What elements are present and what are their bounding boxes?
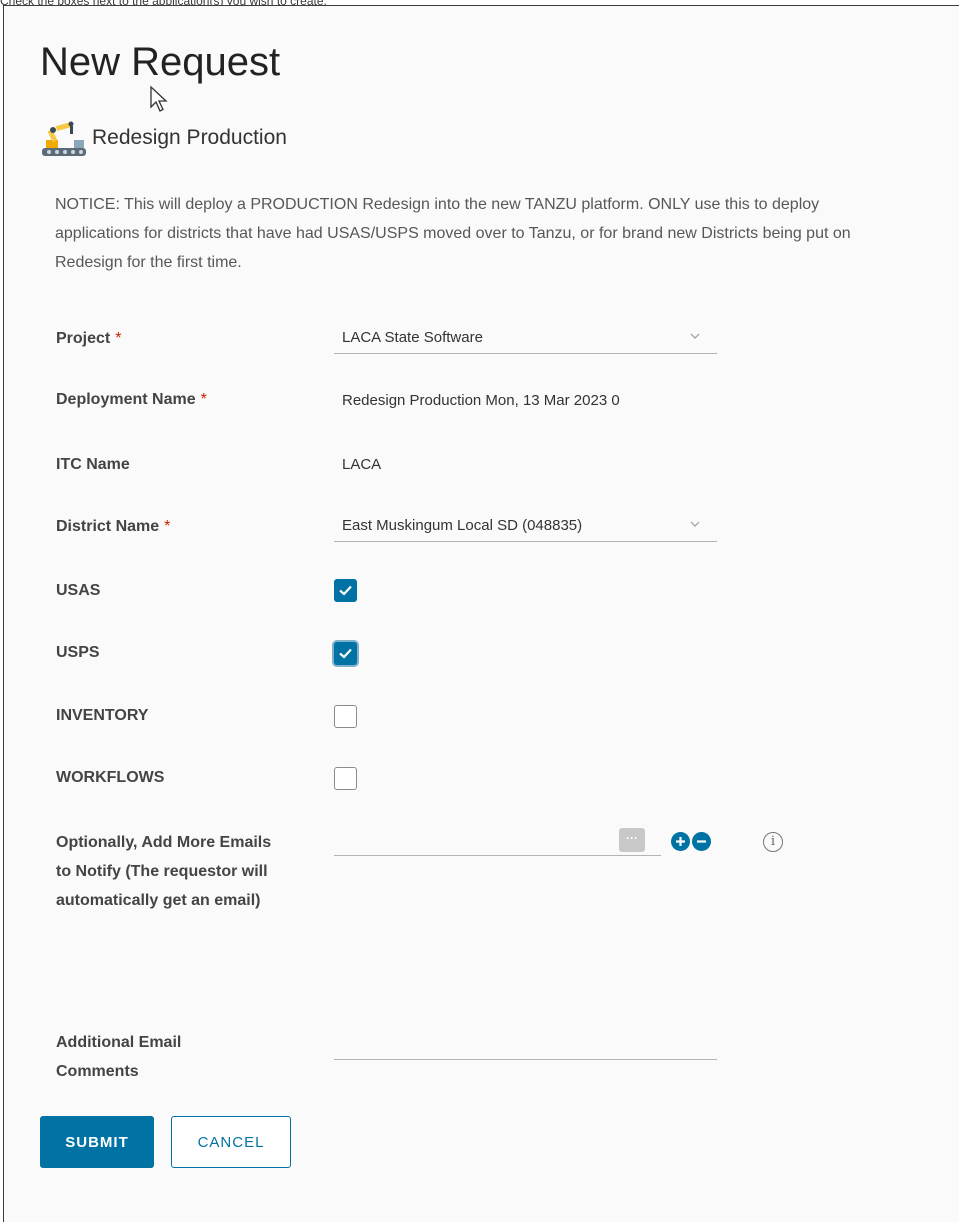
district-name-value: East Muskingum Local SD (048835) — [342, 517, 583, 534]
email-row-controls — [671, 832, 711, 851]
robot-arm-icon — [42, 121, 86, 156]
project-value: LACA State Software — [342, 329, 483, 346]
chevron-down-icon — [690, 521, 700, 527]
usps-checkbox[interactable] — [334, 642, 357, 665]
usas-label: USAS — [56, 582, 101, 599]
new-request-panel: New Request Redesign Production NOTICE: … — [3, 5, 959, 1222]
chevron-down-icon — [690, 333, 700, 339]
required-marker: * — [200, 391, 207, 408]
required-marker: * — [164, 518, 171, 535]
mouse-cursor-icon — [150, 85, 168, 112]
notice-text: NOTICE: This will deploy a PRODUCTION Re… — [55, 196, 851, 271]
usps-label: USPS — [56, 644, 100, 661]
cancel-button[interactable]: CANCEL — [171, 1116, 291, 1168]
info-icon[interactable]: i — [763, 832, 783, 852]
deployment-name-input[interactable]: Redesign Production Mon, 13 Mar 2023 0 — [342, 392, 620, 409]
itc-name-value: LACA — [342, 456, 382, 473]
comments-input[interactable] — [334, 1032, 717, 1060]
required-marker: * — [115, 330, 122, 347]
plus-circle-icon[interactable] — [671, 832, 690, 851]
inventory-checkbox[interactable] — [334, 705, 357, 728]
checkmark-icon — [339, 648, 352, 659]
project-select[interactable]: LACA State Software — [334, 324, 717, 354]
minus-circle-icon[interactable] — [692, 832, 711, 851]
project-label: Project * — [56, 330, 122, 347]
itc-name-label: ITC Name — [56, 456, 130, 473]
comments-label: Additional Email Comments — [56, 1034, 182, 1080]
emails-input[interactable]: ··· — [334, 828, 661, 856]
deployment-name-label: Deployment Name * — [56, 391, 207, 408]
usas-checkbox[interactable] — [334, 579, 357, 602]
ellipsis-icon[interactable]: ··· — [619, 828, 645, 852]
workflows-label: WORKFLOWS — [56, 769, 165, 786]
catalog-item-name: Redesign Production — [92, 126, 287, 149]
district-name-select[interactable]: East Muskingum Local SD (048835) — [334, 512, 717, 542]
submit-button[interactable]: SUBMIT — [40, 1116, 154, 1168]
checkmark-icon — [339, 585, 352, 596]
catalog-item-header: Redesign Production — [40, 118, 287, 158]
inventory-label: INVENTORY — [56, 707, 149, 724]
workflows-checkbox[interactable] — [334, 767, 357, 790]
district-name-label: District Name * — [56, 518, 171, 535]
page-title: New Request — [40, 40, 281, 84]
emails-label: Optionally, Add More Emails to Notify (T… — [56, 834, 272, 909]
